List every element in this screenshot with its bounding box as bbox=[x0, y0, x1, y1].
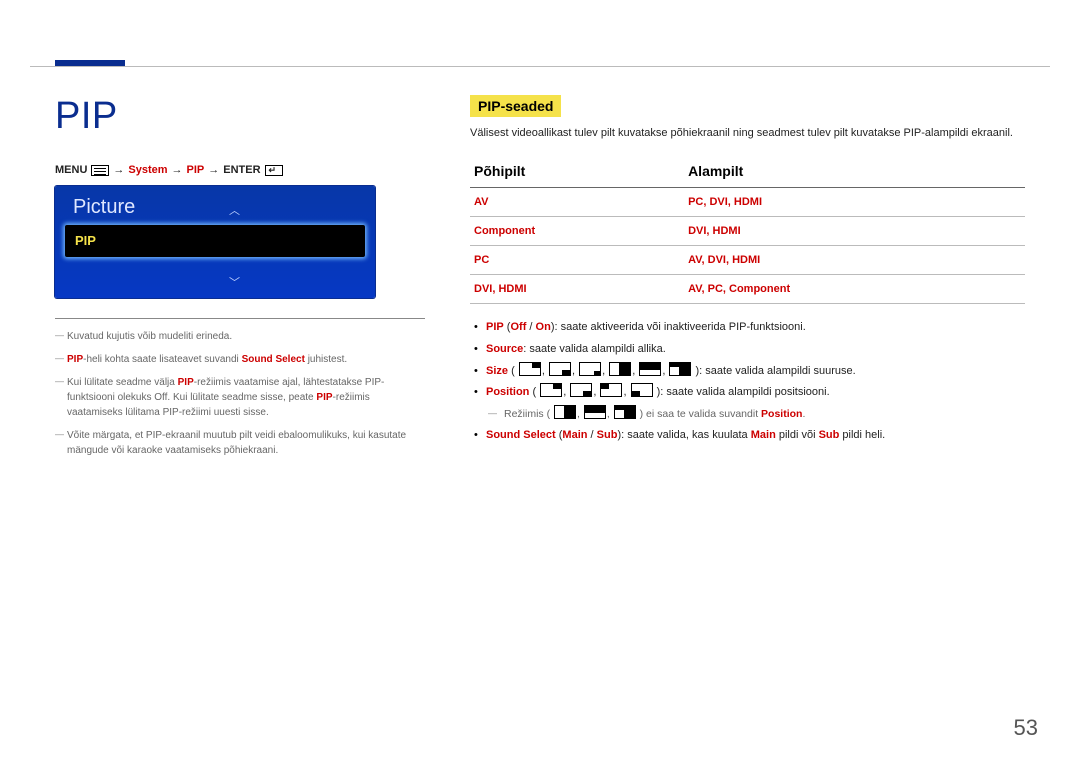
note-text: Kui lülitate seadme välja bbox=[67, 377, 178, 388]
pip-sources-table: Põhipilt Alampilt AV PC, DVI, HDMI Compon… bbox=[470, 157, 1025, 304]
path-pip: PIP bbox=[187, 164, 205, 176]
note-red: PIP bbox=[67, 354, 83, 365]
mode-icon bbox=[614, 405, 636, 419]
cell: AV bbox=[474, 196, 488, 208]
position-icon bbox=[600, 383, 622, 397]
mode-icon bbox=[554, 405, 576, 419]
t: pildi või bbox=[776, 429, 819, 441]
footnote: Võite märgata, et PIP-ekraanil muutub pi… bbox=[55, 428, 425, 458]
page-title: PIP bbox=[55, 95, 425, 138]
footnote: Kui lülitate seadme välja PIP-režiimis v… bbox=[55, 375, 425, 420]
t: ): saate valida alampildi suuruse. bbox=[696, 365, 856, 377]
right-column: PIP-seaded Välisest videoallikast tulev … bbox=[470, 95, 1025, 466]
t: : saate valida alampildi allika. bbox=[523, 343, 665, 355]
arrow-icon: → bbox=[208, 164, 219, 176]
t: ): saate valida, kas kuulata bbox=[617, 429, 750, 441]
opt-red: PIP bbox=[486, 321, 504, 333]
list-item: PIP (Off / On): saate aktiveerida või in… bbox=[470, 318, 1025, 338]
chevron-up-icon: ︿ bbox=[229, 202, 240, 218]
size-icon bbox=[609, 362, 631, 376]
t: ) ei saa te valida suvandit bbox=[640, 408, 761, 420]
t: ( bbox=[529, 386, 536, 398]
table-row: AV PC, DVI, HDMI bbox=[470, 188, 1025, 217]
opt-red: Position bbox=[486, 386, 529, 398]
size-icon bbox=[549, 362, 571, 376]
position-icon bbox=[631, 383, 653, 397]
table-row: PC AV, DVI, HDMI bbox=[470, 246, 1025, 275]
size-icon bbox=[579, 362, 601, 376]
opt-red: Source bbox=[486, 343, 523, 355]
t: ( bbox=[508, 365, 515, 377]
cell: DVI, HDMI bbox=[688, 225, 741, 237]
opt-red: Size bbox=[486, 365, 508, 377]
cell: DVI, HDMI bbox=[474, 283, 527, 295]
page-number: 53 bbox=[1014, 715, 1038, 741]
separator bbox=[55, 318, 425, 319]
cell: PC bbox=[474, 254, 489, 266]
position-icon bbox=[570, 383, 592, 397]
arrow-icon: → bbox=[172, 164, 183, 176]
opt-red: Position bbox=[761, 408, 802, 420]
chevron-down-icon: ﹀ bbox=[229, 274, 240, 290]
opt-red: Off bbox=[510, 321, 526, 333]
osd-preview: Picture ︿ PIP ﹀ bbox=[55, 186, 375, 298]
size-icon bbox=[519, 362, 541, 376]
t: ): saate aktiveerida või inaktiveerida P… bbox=[551, 321, 806, 333]
note-text: juhistest. bbox=[305, 354, 347, 365]
list-item: Size ( , , , , , ): saate valida alampil… bbox=[470, 362, 1025, 382]
table-header-sub: Alampilt bbox=[684, 157, 1025, 188]
options-list: PIP ( Off / On): saate aktiveerida või in… bbox=[470, 318, 1025, 446]
menu-label: MENU bbox=[55, 164, 87, 176]
arrow-icon: → bbox=[113, 164, 124, 176]
cell: PC, DVI, HDMI bbox=[688, 196, 762, 208]
note-red: PIP bbox=[316, 392, 332, 403]
list-item: Sound Select (Main / Sub): saate valida,… bbox=[470, 426, 1025, 446]
osd-title: Picture bbox=[55, 186, 375, 223]
list-item: Position ( , , , ): saate valida alampil… bbox=[470, 383, 1025, 403]
t: / bbox=[587, 429, 596, 441]
section-intro: Välisest videoallikast tulev pilt kuvata… bbox=[470, 127, 1025, 139]
list-subitem: Režiimis ( , , ) ei saa te valida suvand… bbox=[470, 405, 1025, 424]
t: Režiimis ( bbox=[504, 408, 550, 420]
opt-red: Main bbox=[751, 429, 776, 441]
opt-red: On bbox=[536, 321, 551, 333]
t: / bbox=[526, 321, 535, 333]
enter-icon bbox=[265, 165, 283, 176]
note-red: Sound Select bbox=[242, 354, 305, 365]
cell: Component bbox=[474, 225, 535, 237]
cell: AV, PC, Component bbox=[688, 283, 790, 295]
menu-icon bbox=[91, 165, 109, 176]
position-icon bbox=[540, 383, 562, 397]
note-text: -heli kohta saate lisateavet suvandi bbox=[83, 354, 241, 365]
t: ): saate valida alampildi positsiooni. bbox=[657, 386, 830, 398]
header-rule bbox=[30, 66, 1050, 67]
table-row: DVI, HDMI AV, PC, Component bbox=[470, 275, 1025, 304]
opt-red: Sub bbox=[597, 429, 618, 441]
note-red: PIP bbox=[178, 377, 194, 388]
table-header-main: Põhipilt bbox=[470, 157, 684, 188]
path-system: System bbox=[128, 164, 167, 176]
section-heading: PIP-seaded bbox=[470, 95, 561, 117]
footnote: Kuvatud kujutis võib mudeliti erineda. bbox=[55, 329, 425, 344]
t: . bbox=[802, 408, 805, 420]
opt-red: Sub bbox=[819, 429, 840, 441]
left-column: PIP MENU → System → PIP → ENTER Picture … bbox=[55, 95, 425, 466]
footnote: PIP-heli kohta saate lisateavet suvandi … bbox=[55, 352, 425, 367]
enter-label: ENTER bbox=[223, 164, 260, 176]
osd-item-selected: PIP bbox=[65, 225, 365, 257]
opt-red: Sound Select bbox=[486, 429, 556, 441]
t: pildi heli. bbox=[839, 429, 885, 441]
size-icon bbox=[639, 362, 661, 376]
cell: AV, DVI, HDMI bbox=[688, 254, 760, 266]
note-text: Kuvatud kujutis võib mudeliti erineda. bbox=[67, 331, 232, 342]
table-row: Component DVI, HDMI bbox=[470, 217, 1025, 246]
note-text: Võite märgata, et PIP-ekraanil muutub pi… bbox=[67, 430, 406, 456]
menu-path: MENU → System → PIP → ENTER bbox=[55, 164, 425, 176]
mode-icon bbox=[584, 405, 606, 419]
list-item: Source: saate valida alampildi allika. bbox=[470, 340, 1025, 360]
opt-red: Main bbox=[562, 429, 587, 441]
size-icon bbox=[669, 362, 691, 376]
